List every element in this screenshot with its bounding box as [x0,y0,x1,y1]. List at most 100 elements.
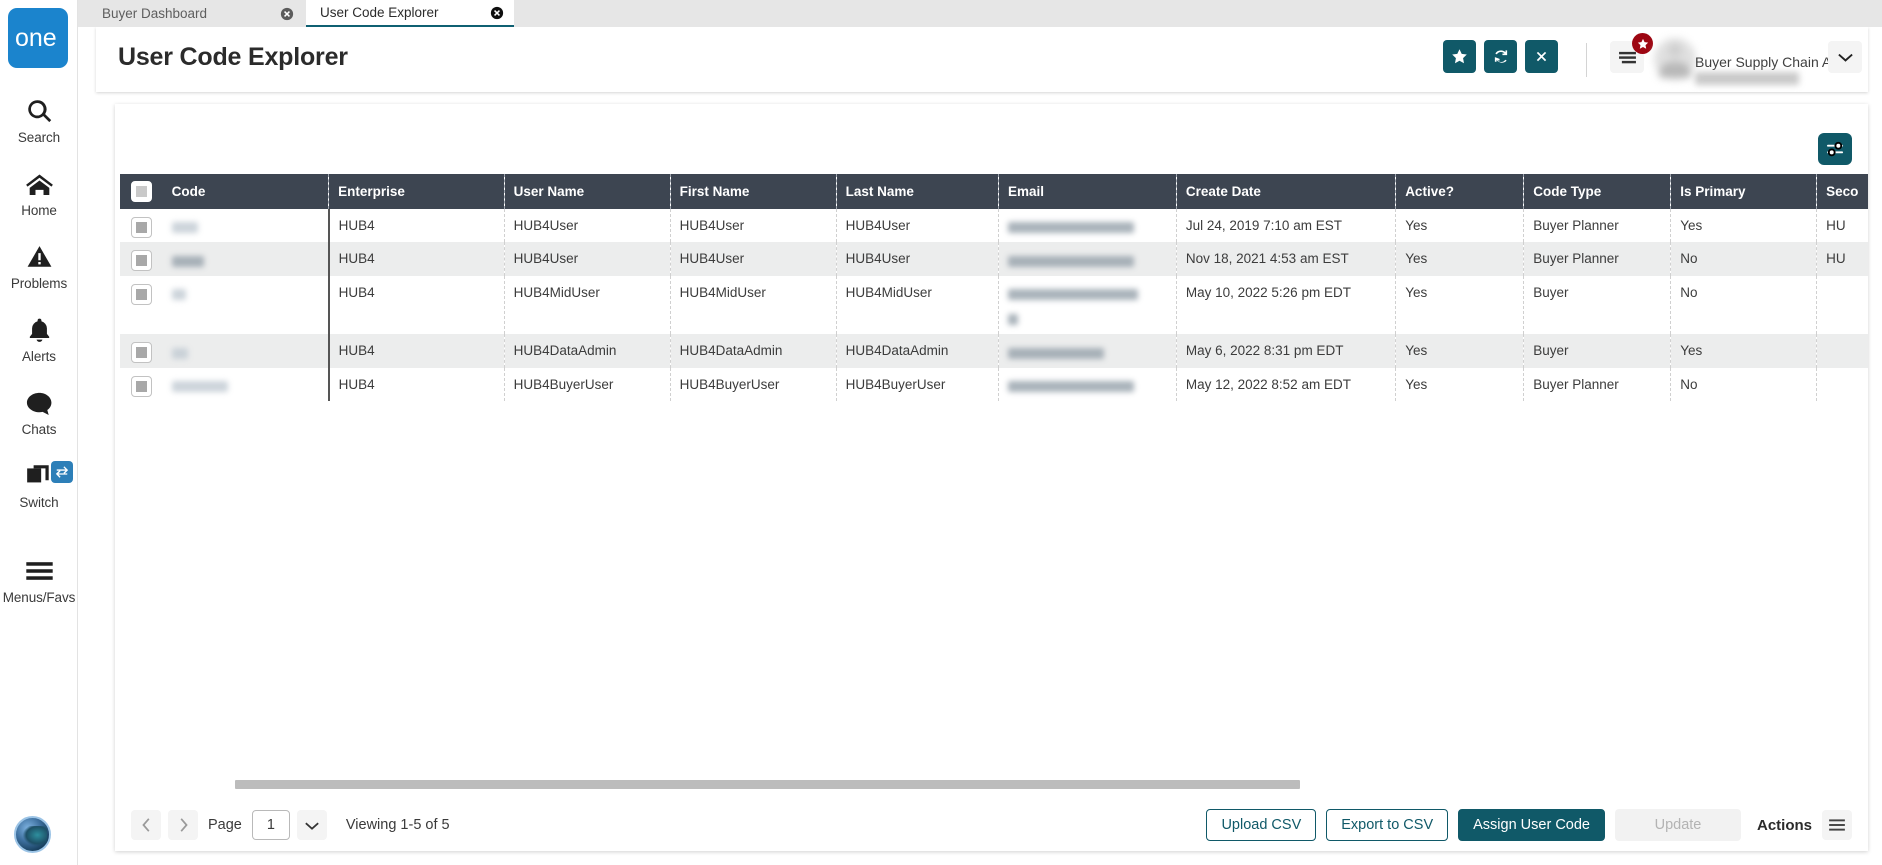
upload-csv-button[interactable]: Upload CSV [1206,809,1317,841]
column-header-is-primary[interactable]: Is Primary [1670,174,1818,209]
column-header-create-date[interactable]: Create Date [1176,174,1397,209]
column-header-secondary[interactable]: Seco [1816,174,1868,209]
cell-user-name: HUB4User [504,209,671,243]
tab-buyer-dashboard[interactable]: Buyer Dashboard [88,0,304,27]
column-header-enterprise[interactable]: Enterprise [328,174,505,209]
row-checkbox[interactable] [130,217,152,238]
grid-horizontal-scrollbar[interactable] [235,780,1882,789]
row-select-cell[interactable] [120,334,163,367]
cell-last-name: HUB4DataAdmin [836,334,1000,368]
column-header-last-name[interactable]: Last Name [836,174,1000,209]
cell-enterprise: HUB4 [328,209,505,243]
row-select-cell[interactable] [120,276,163,334]
next-page-button[interactable] [168,810,198,840]
assign-user-code-button[interactable]: Assign User Code [1458,809,1605,841]
select-all-header[interactable] [120,174,163,209]
close-button[interactable] [1525,40,1558,73]
page-size-dropdown[interactable] [296,810,327,840]
pagination-controls: Page Viewing 1-5 of 5 [115,810,450,840]
ai-assistant-orb-icon[interactable] [14,816,51,853]
tab-user-code-explorer[interactable]: User Code Explorer [306,0,514,27]
table-row[interactable]: HUB4 HUB4MidUser HUB4MidUser HUB4MidUser… [120,275,1868,335]
page-title: User Code Explorer [118,43,348,71]
avatar[interactable] [1654,38,1696,80]
cell-code-type: Buyer Planner [1523,242,1672,276]
close-icon[interactable] [490,6,504,20]
sidebar-item-alerts[interactable]: Alerts [0,309,78,382]
sidebar-item-search[interactable]: Search [0,90,78,163]
hamburger-icon [25,556,54,586]
cell-user-name: HUB4BuyerUser [504,367,671,402]
swap-arrows-icon[interactable] [51,461,73,483]
table-row[interactable]: HUB4 HUB4DataAdmin HUB4DataAdmin HUB4Dat… [120,334,1868,368]
column-header-code-type[interactable]: Code Type [1523,174,1672,209]
table-row[interactable]: HUB4 HUB4User HUB4User HUB4User Nov 18, … [120,242,1868,276]
column-header-active[interactable]: Active? [1395,174,1525,209]
sidebar-item-label: Chats [21,422,57,437]
star-icon [1637,38,1648,49]
cell-is-primary: No [1670,242,1818,276]
export-to-csv-button[interactable]: Export to CSV [1326,809,1449,841]
cell-secondary [1816,367,1868,402]
redacted-value [1008,347,1105,359]
cell-create-date: May 10, 2022 5:26 pm EDT [1176,275,1397,335]
cell-code [162,209,330,243]
column-header-first-name[interactable]: First Name [670,174,837,209]
data-grid-viewport[interactable]: Code Enterprise User Name First Name Las… [120,174,1868,414]
table-settings-button[interactable] [1818,133,1852,165]
user-menu-toggle[interactable] [1828,41,1862,73]
cell-code [162,367,330,402]
select-all-checkbox[interactable] [130,181,152,202]
cell-user-name: HUB4User [504,242,671,276]
row-checkbox[interactable] [130,342,152,364]
cell-first-name: HUB4BuyerUser [670,367,837,402]
cell-last-name: HUB4User [836,242,1000,276]
home-icon [25,169,54,199]
sidebar-item-problems[interactable]: Problems [0,236,78,309]
header-action-buttons [1443,40,1558,73]
cell-create-date: Nov 18, 2021 4:53 am EST [1176,242,1397,276]
svg-text:one: one [15,25,57,51]
tab-label: Buyer Dashboard [102,6,208,21]
cell-secondary: HU [1816,209,1868,243]
cell-code-type: Buyer Planner [1523,209,1672,243]
column-header-user-name[interactable]: User Name [504,174,671,209]
redacted-value [1008,255,1135,267]
cell-create-date: May 12, 2022 8:52 am EDT [1176,367,1397,402]
redacted-value [1008,381,1135,393]
scrollbar-thumb[interactable] [235,780,1300,789]
page-number-input[interactable] [251,810,290,840]
app-logo[interactable]: one [8,8,68,68]
cell-code [162,334,330,368]
sidebar-item-switch[interactable]: Switch [0,455,78,528]
user-extra-line [1695,72,1799,85]
column-header-email[interactable]: Email [998,174,1177,209]
sidebar-item-home[interactable]: Home [0,163,78,236]
sidebar-item-label: Home [21,203,57,218]
row-select-cell[interactable] [120,209,163,242]
left-nav-rail: one Search Home Problems Alerts Chats Sw… [0,0,78,865]
row-select-cell[interactable] [120,242,163,275]
viewing-count-label: Viewing 1-5 of 5 [345,817,450,833]
favorite-button[interactable] [1443,40,1476,73]
column-header-code[interactable]: Code [162,174,330,209]
row-checkbox[interactable] [130,250,152,272]
row-checkbox[interactable] [130,375,152,397]
sidebar-item-menus-favs[interactable]: Menus/Favs [0,550,78,623]
redacted-value [171,347,188,359]
header-menu-badge [1632,33,1653,54]
row-select-cell[interactable] [120,368,163,401]
prev-page-button[interactable] [131,810,161,840]
cell-active: Yes [1395,334,1525,368]
cell-first-name: HUB4MidUser [670,275,837,335]
row-checkbox[interactable] [130,283,152,305]
table-row[interactable]: HUB4 HUB4BuyerUser HUB4BuyerUser HUB4Buy… [120,367,1868,402]
actions-menu-button[interactable] [1822,810,1852,840]
grid-footer: Page Viewing 1-5 of 5 Upload CSV Export … [115,799,1868,851]
cell-create-date: Jul 24, 2019 7:10 am EST [1176,209,1397,243]
sidebar-item-chats[interactable]: Chats [0,382,78,455]
refresh-button[interactable] [1484,40,1517,73]
tab-strip: Buyer Dashboard User Code Explorer [78,0,1882,27]
close-icon[interactable] [280,7,294,21]
table-row[interactable]: HUB4 HUB4User HUB4User HUB4User Jul 24, … [120,209,1868,243]
